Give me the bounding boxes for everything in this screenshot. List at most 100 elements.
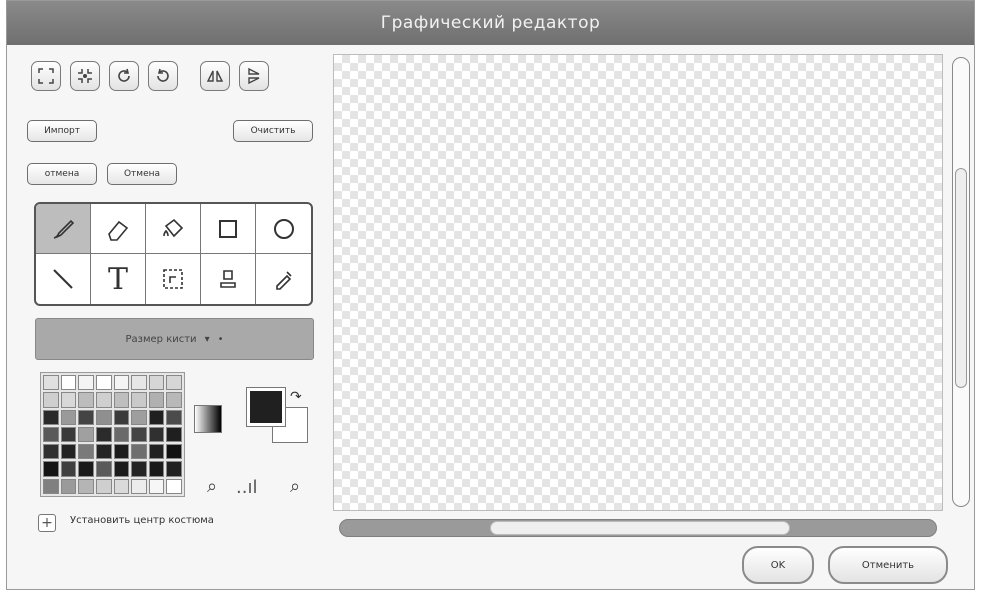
vertical-scrollbar[interactable]	[952, 57, 970, 507]
tool-palette: T	[34, 202, 313, 306]
palette-swatch[interactable]	[60, 461, 77, 477]
expand-icon[interactable]	[31, 61, 61, 91]
horizontal-scroll-thumb[interactable]	[490, 521, 790, 535]
palette-swatch[interactable]	[43, 444, 59, 460]
palette-swatch[interactable]	[148, 461, 165, 477]
brush-size-selector[interactable]: Размер кисти ▾ •	[35, 318, 314, 360]
palette-swatch[interactable]	[95, 478, 112, 494]
palette-swatch[interactable]	[43, 426, 59, 443]
palette-swatch[interactable]	[131, 409, 147, 425]
palette-swatch[interactable]	[60, 392, 77, 408]
gradient-icon[interactable]	[194, 405, 222, 433]
clear-button[interactable]: Очистить	[233, 120, 313, 142]
palette-swatch[interactable]	[78, 461, 94, 477]
horizontal-scrollbar[interactable]	[339, 519, 937, 537]
palette-swatch[interactable]	[166, 478, 182, 494]
rectangle-tool-icon[interactable]	[201, 204, 256, 254]
palette-swatch[interactable]	[131, 444, 147, 460]
palette-swatch[interactable]	[131, 392, 147, 408]
zoom-out-icon[interactable]: ⌕	[207, 476, 217, 497]
palette-swatch[interactable]	[113, 461, 130, 477]
swap-colors-icon[interactable]: ↷	[290, 389, 302, 405]
ok-button[interactable]: OK	[742, 546, 814, 584]
flip-horizontal-icon[interactable]	[200, 61, 230, 91]
palette-swatch[interactable]	[166, 392, 182, 408]
palette-swatch[interactable]	[131, 375, 147, 391]
palette-swatch[interactable]	[60, 375, 77, 391]
eyedropper-tool-icon[interactable]	[256, 254, 311, 304]
palette-swatch[interactable]	[78, 478, 94, 494]
eraser-tool-icon[interactable]	[91, 204, 146, 254]
cancel-button[interactable]: Отменить	[828, 546, 948, 584]
palette-swatch[interactable]	[166, 444, 182, 460]
palette-swatch[interactable]	[95, 375, 112, 391]
palette-swatch[interactable]	[43, 478, 59, 494]
palette-swatch[interactable]	[166, 461, 182, 477]
ellipse-tool-icon[interactable]	[256, 204, 311, 254]
rotate-right-icon[interactable]	[109, 61, 139, 91]
palette-swatch[interactable]	[148, 478, 165, 494]
color-palette[interactable]	[40, 372, 185, 497]
palette-swatch[interactable]	[148, 426, 165, 443]
vertical-scroll-thumb[interactable]	[955, 168, 967, 388]
brush-size-label: Размер кисти	[125, 333, 197, 345]
palette-swatch[interactable]	[166, 426, 182, 443]
palette-swatch[interactable]	[148, 409, 165, 425]
palette-swatch[interactable]	[60, 426, 77, 443]
palette-swatch[interactable]	[78, 409, 94, 425]
drawing-canvas[interactable]	[333, 54, 943, 511]
palette-swatch[interactable]	[95, 392, 112, 408]
palette-swatch[interactable]	[78, 392, 94, 408]
palette-swatch[interactable]	[113, 444, 130, 460]
primary-color[interactable]	[246, 387, 286, 427]
palette-swatch[interactable]	[60, 444, 77, 460]
palette-swatch[interactable]	[166, 375, 182, 391]
palette-swatch[interactable]	[131, 478, 147, 494]
set-costume-center-label[interactable]: Установить центр костюма	[70, 515, 214, 526]
palette-swatch[interactable]	[113, 409, 130, 425]
import-button[interactable]: Импорт	[27, 120, 97, 142]
palette-swatch[interactable]	[131, 426, 147, 443]
brush-size-dot: •	[217, 333, 224, 345]
palette-swatch[interactable]	[60, 409, 77, 425]
redo-button[interactable]: Отмена	[107, 163, 177, 185]
palette-swatch[interactable]	[148, 375, 165, 391]
paint-editor-window: Графический редактор Импорт Очистить отм…	[6, 0, 975, 590]
palette-swatch[interactable]	[60, 478, 77, 494]
set-costume-center-icon[interactable]: +	[38, 514, 56, 532]
palette-swatch[interactable]	[113, 426, 130, 443]
chevron-down-icon: ▾	[204, 333, 210, 345]
palette-swatch[interactable]	[148, 444, 165, 460]
palette-swatch[interactable]	[95, 461, 112, 477]
palette-swatch[interactable]	[131, 461, 147, 477]
palette-swatch[interactable]	[113, 375, 130, 391]
text-tool-icon[interactable]: T	[91, 254, 146, 304]
fill-tool-icon[interactable]	[146, 204, 201, 254]
palette-swatch[interactable]	[43, 392, 59, 408]
palette-swatch[interactable]	[113, 478, 130, 494]
palette-swatch[interactable]	[95, 444, 112, 460]
zoom-level-bars: ..ıl	[236, 477, 258, 498]
window-titlebar: Графический редактор	[7, 1, 974, 45]
brush-tool-icon[interactable]	[36, 204, 91, 254]
line-tool-icon[interactable]	[36, 254, 91, 304]
palette-swatch[interactable]	[95, 409, 112, 425]
shrink-icon[interactable]	[70, 61, 100, 91]
palette-swatch[interactable]	[78, 375, 94, 391]
palette-swatch[interactable]	[78, 444, 94, 460]
stamp-tool-icon[interactable]	[201, 254, 256, 304]
palette-swatch[interactable]	[43, 409, 59, 425]
undo-button[interactable]: отмена	[27, 163, 97, 185]
flip-vertical-icon[interactable]	[239, 61, 269, 91]
palette-swatch[interactable]	[95, 426, 112, 443]
select-tool-icon[interactable]	[146, 254, 201, 304]
palette-swatch[interactable]	[166, 409, 182, 425]
window-title: Графический редактор	[380, 13, 601, 33]
palette-swatch[interactable]	[113, 392, 130, 408]
palette-swatch[interactable]	[148, 392, 165, 408]
palette-swatch[interactable]	[43, 375, 59, 391]
rotate-left-icon[interactable]	[148, 61, 178, 91]
zoom-in-icon[interactable]: ⌕	[290, 476, 300, 497]
palette-swatch[interactable]	[43, 461, 59, 477]
palette-swatch[interactable]	[78, 426, 94, 443]
